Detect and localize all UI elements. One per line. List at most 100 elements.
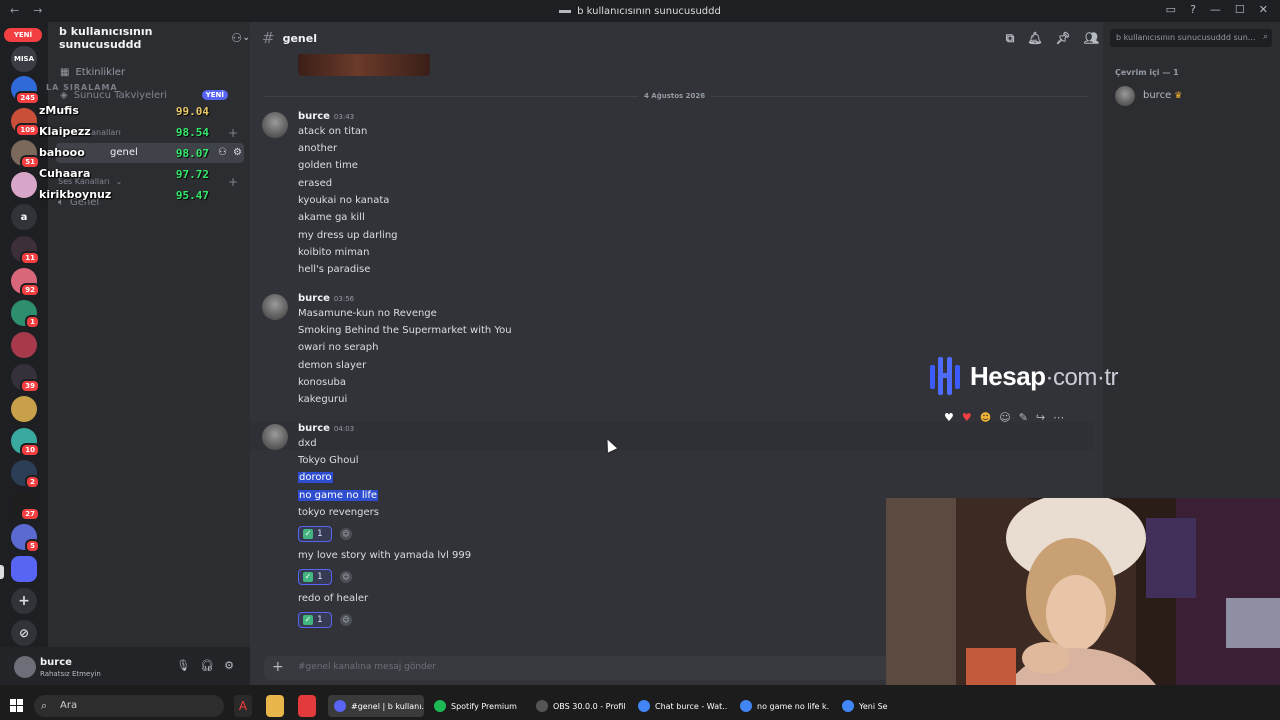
server-icon-12[interactable]: 2 bbox=[11, 460, 40, 489]
taskbar-item-chrome-3[interactable]: Yeni Sekr bbox=[836, 695, 888, 717]
more-icon[interactable]: ⋯ bbox=[1053, 411, 1064, 424]
explore-icon[interactable]: ⊘ bbox=[11, 620, 37, 646]
member-list-header: Çevrim içi — 1 bbox=[1115, 68, 1179, 77]
hesap-logo-icon bbox=[930, 357, 960, 395]
chevron-down-icon: ⌄ bbox=[242, 33, 250, 43]
search-input[interactable]: b kullanıcısının sunucusuddd sun... ⌕ bbox=[1110, 29, 1272, 47]
bell-icon[interactable]: 🔔︎ bbox=[1027, 31, 1042, 46]
member-item[interactable]: burce ♛ bbox=[1143, 90, 1182, 101]
window-titlebar: ← → b kullanıcısının sunucusuddd ▭ ? — ☐… bbox=[0, 0, 1280, 22]
help-icon[interactable]: ? bbox=[1190, 3, 1196, 16]
taskbar-search[interactable]: ⌕ Ara bbox=[34, 695, 224, 717]
server-icon-11[interactable]: 10 bbox=[11, 428, 40, 457]
windows-start-icon[interactable] bbox=[10, 699, 23, 712]
server-icon-14[interactable]: 5 bbox=[11, 524, 40, 553]
red-heart-icon[interactable]: ♥ bbox=[962, 411, 972, 424]
threads-icon[interactable]: ⧉ bbox=[1006, 31, 1015, 46]
reaction-check[interactable]: ✓ 1 bbox=[298, 526, 332, 542]
message-line: demon slayer bbox=[298, 360, 367, 371]
message-line: akame ga kill bbox=[298, 212, 365, 223]
inbox-icon[interactable]: ▭ bbox=[1166, 3, 1176, 16]
server-icon-current[interactable] bbox=[11, 556, 37, 582]
message-author[interactable]: burce 04:03 bbox=[298, 423, 354, 434]
message-author[interactable]: burce 03:43 bbox=[298, 111, 354, 122]
server-name-header[interactable]: b kullanıcısının sunucusuddd ⌄ ⚇ bbox=[48, 22, 250, 54]
white-heart-icon[interactable]: ♥ bbox=[944, 411, 954, 424]
server-icon-9[interactable]: 39 bbox=[11, 364, 40, 393]
search-icon: ⌕ bbox=[41, 699, 48, 712]
check-icon: ✓ bbox=[303, 529, 313, 539]
mention-badge: 11 bbox=[20, 251, 40, 265]
leaderboard-row: bahooo 98.07 bbox=[39, 146, 239, 166]
headphones-icon[interactable]: 🎧︎ bbox=[200, 659, 214, 672]
close-button[interactable]: ✕ bbox=[1259, 3, 1268, 16]
laughing-emoji-icon[interactable]: ☻ bbox=[980, 411, 991, 424]
taskbar-item-obs[interactable]: OBS 30.0.0 - Profil... bbox=[530, 695, 626, 717]
add-user-icon[interactable]: ⚇ bbox=[231, 31, 242, 45]
add-reaction-icon[interactable]: ☺ bbox=[340, 571, 352, 583]
message-author[interactable]: burce 03:56 bbox=[298, 293, 354, 304]
forward-icon[interactable]: ↪ bbox=[1036, 411, 1045, 424]
forward-arrow-icon[interactable]: → bbox=[33, 4, 42, 17]
task-label: no game no life k... bbox=[757, 701, 830, 711]
taskbar-search-label: Ara bbox=[60, 700, 78, 711]
new-badge: YENİ bbox=[4, 28, 42, 42]
leaderboard-name: Cuhaara bbox=[39, 167, 91, 180]
mention-badge: 39 bbox=[20, 379, 40, 393]
app-icon-a[interactable]: A bbox=[234, 695, 252, 717]
add-reaction-icon[interactable]: ☺ bbox=[340, 528, 352, 540]
message-line: Tokyo Ghoul bbox=[298, 455, 359, 466]
window-controls: ▭ ? — ☐ ✕ bbox=[1166, 3, 1268, 16]
server-icon-misa[interactable]: MISA bbox=[11, 46, 37, 72]
server-icon-13[interactable]: 27 bbox=[11, 492, 40, 521]
reaction-check[interactable]: ✓ 1 bbox=[298, 569, 332, 585]
taskbar-item-chrome-2[interactable]: no game no life k... bbox=[734, 695, 830, 717]
user-status: Rahatsız Etmeyin bbox=[40, 670, 101, 678]
server-icon-6[interactable]: 92 bbox=[11, 268, 40, 297]
edit-icon[interactable]: ✎ bbox=[1019, 411, 1028, 424]
add-reaction-icon[interactable]: ☺ bbox=[340, 614, 352, 626]
avatar[interactable] bbox=[262, 112, 288, 138]
leaderboard-row: Klaipezz 98.54 bbox=[39, 125, 239, 145]
avatar[interactable] bbox=[262, 424, 288, 450]
leaderboard-score: 97.72 bbox=[175, 168, 209, 181]
member-list-icon[interactable]: 👥︎ bbox=[1084, 31, 1099, 46]
webcam-image bbox=[886, 498, 1280, 685]
events-item[interactable]: ▦ Etkinlikler bbox=[60, 67, 125, 78]
image-attachment[interactable] bbox=[298, 54, 430, 76]
server-icon-5[interactable]: 11 bbox=[11, 236, 40, 265]
gear-icon[interactable]: ⚙ bbox=[224, 659, 234, 672]
avatar[interactable] bbox=[14, 656, 36, 678]
search-placeholder: b kullanıcısının sunucusuddd sun... bbox=[1116, 33, 1256, 42]
header-icons: ⧉ 🔔︎ 📌︎ 👥︎ bbox=[1006, 31, 1099, 46]
file-explorer-icon[interactable] bbox=[266, 695, 284, 717]
avatar[interactable] bbox=[262, 294, 288, 320]
message-timestamp: 03:56 bbox=[333, 295, 355, 303]
task-label: Spotify Premium bbox=[451, 701, 517, 711]
plus-icon[interactable]: + bbox=[272, 659, 284, 675]
user-name[interactable]: burce bbox=[40, 657, 72, 668]
back-arrow-icon[interactable]: ← bbox=[10, 4, 19, 17]
server-icon-8[interactable] bbox=[11, 332, 37, 358]
avatar[interactable] bbox=[1115, 86, 1135, 106]
leaderboard-name: zMufis bbox=[39, 104, 79, 117]
server-name: b kullanıcısının sunucusuddd bbox=[59, 25, 153, 51]
leaderboard-name: kirikboynuz bbox=[39, 188, 112, 201]
server-icon-7[interactable]: 1 bbox=[11, 300, 40, 329]
minimize-button[interactable]: — bbox=[1210, 3, 1221, 16]
add-reaction-icon[interactable]: ☺ bbox=[999, 411, 1010, 424]
reaction-check[interactable]: ✓ 1 bbox=[298, 612, 332, 628]
events-label: Etkinlikler bbox=[75, 67, 125, 78]
taskbar-item-discord[interactable]: #genel | b kullanı... bbox=[328, 695, 424, 717]
app-icon-red[interactable] bbox=[298, 695, 316, 717]
maximize-button[interactable]: ☐ bbox=[1235, 3, 1245, 16]
hash-icon: # bbox=[262, 29, 275, 47]
microphone-icon[interactable]: 🎙︎ bbox=[176, 659, 190, 672]
add-server-icon[interactable]: + bbox=[11, 588, 37, 614]
taskbar-item-chrome-1[interactable]: Chat burce - Wat... bbox=[632, 695, 728, 717]
pin-icon[interactable]: 📌︎ bbox=[1056, 31, 1071, 46]
message-line: kakegurui bbox=[298, 394, 348, 405]
message-line: atack on titan bbox=[298, 126, 368, 137]
taskbar-item-spotify[interactable]: Spotify Premium bbox=[428, 695, 524, 717]
server-icon-10[interactable] bbox=[11, 396, 37, 422]
